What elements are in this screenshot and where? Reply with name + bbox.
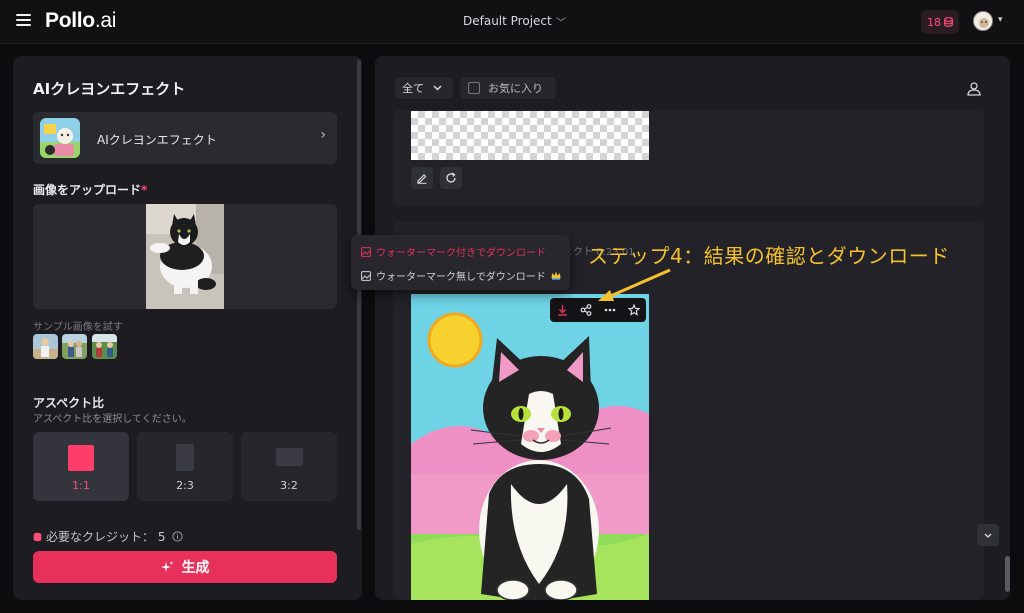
aspect-ratio-title: アスペクト比 (33, 396, 105, 410)
download-with-watermark[interactable]: ウォーターマーク付きでダウンロード (361, 244, 546, 259)
download-button[interactable] (550, 298, 574, 322)
aspect-option-label: 3:2 (280, 479, 298, 492)
step-annotation: ステップ4：結果の確認とダウンロード (588, 244, 950, 268)
sample-images-label: サンプル画像を試す (33, 322, 123, 333)
square-icon (68, 445, 94, 471)
landscape-icon (276, 448, 303, 466)
avatar[interactable] (973, 11, 993, 31)
aspect-ratio-hint: アスペクト比を選択してください。 (33, 414, 192, 425)
left-scrollbar[interactable] (357, 60, 361, 530)
share-icon (580, 304, 592, 316)
menu-item-label: ウォーターマーク付きでダウンロード (376, 248, 546, 259)
aspect-option-label: 2:3 (176, 479, 194, 492)
chevron-right-icon: › (320, 127, 326, 143)
sparkle-icon (160, 560, 173, 572)
filter-label: 全て (402, 82, 424, 95)
effect-label: AIクレヨンエフェクト (97, 133, 217, 147)
more-icon (604, 308, 616, 312)
info-icon[interactable] (172, 531, 183, 542)
results-scrollbar[interactable] (1005, 556, 1010, 592)
share-button[interactable] (574, 298, 598, 322)
generated-crayon-image[interactable] (411, 294, 649, 600)
crown-icon (551, 271, 561, 280)
generate-button[interactable]: 生成 (33, 551, 337, 583)
annotation-arrow (598, 268, 671, 301)
regenerate-button[interactable] (440, 167, 462, 189)
image-icon (361, 270, 371, 281)
image-upload-area[interactable] (33, 204, 337, 309)
people-icon[interactable] (966, 81, 982, 97)
aspect-option-1-1[interactable]: 1:1 (33, 432, 129, 501)
menu-item-label: ウォーターマーク無しでダウンロード (376, 272, 546, 283)
transparent-image-preview[interactable] (411, 111, 649, 160)
upload-label-text: 画像をアップロード (33, 183, 142, 197)
uploaded-photo (146, 204, 224, 309)
sample-image[interactable] (33, 334, 58, 359)
sample-image[interactable] (92, 334, 117, 359)
download-menu: ウォーターマーク付きでダウンロード ウォーターマーク無しでダウンロード (351, 235, 570, 290)
coin-icon (33, 532, 42, 542)
logo-suffix: .ai (94, 9, 117, 32)
sample-image[interactable] (62, 334, 87, 359)
aspect-option-3-2[interactable]: 3:2 (241, 432, 337, 501)
project-selector[interactable]: Default Project (463, 14, 552, 28)
favorites-checkbox[interactable] (468, 82, 480, 94)
chevron-down-icon (984, 533, 992, 538)
scroll-down-button[interactable] (977, 524, 999, 546)
coin-icon (944, 17, 953, 27)
menu-icon[interactable] (16, 14, 31, 26)
top-bar: Pollo.ai Default Project ﹀ 18 ▾ (0, 0, 1024, 44)
effect-selector[interactable]: AIクレヨンエフェクト › (33, 112, 337, 164)
star-icon (628, 304, 640, 316)
logo[interactable]: Pollo.ai (45, 9, 116, 33)
portrait-icon (176, 444, 194, 471)
credits-badge[interactable]: 18 (921, 10, 959, 34)
image-icon (361, 246, 371, 257)
generate-label: 生成 (181, 560, 210, 576)
aspect-option-label: 1:1 (72, 479, 90, 492)
refresh-icon (446, 172, 456, 183)
favorites-filter[interactable]: お気に入り (460, 77, 556, 99)
pencil-icon (417, 174, 427, 184)
logo-text: Pollo (45, 9, 95, 32)
credits-required-label: 必要なクレジット： (46, 530, 155, 544)
favorites-label: お気に入り (488, 82, 543, 95)
effect-thumbnail (40, 118, 80, 158)
chevron-down-icon (433, 85, 442, 91)
credits-required: 必要なクレジット： 5 (33, 528, 183, 545)
credits-count: 18 (927, 15, 941, 29)
edit-button[interactable] (411, 167, 433, 189)
credits-required-value: 5 (157, 530, 166, 544)
chevron-down-icon[interactable]: ﹀ (556, 14, 566, 29)
aspect-option-2-3[interactable]: 2:3 (137, 432, 233, 501)
chevron-down-icon[interactable]: ▾ (998, 15, 1003, 25)
upload-label: 画像をアップロード* (33, 181, 147, 198)
download-icon (557, 305, 567, 316)
filter-dropdown[interactable]: 全て (395, 77, 453, 99)
download-without-watermark[interactable]: ウォーターマーク無しでダウンロード (361, 268, 561, 283)
required-mark: * (141, 183, 148, 197)
panel-title: AIクレヨンエフェクト (33, 80, 186, 98)
